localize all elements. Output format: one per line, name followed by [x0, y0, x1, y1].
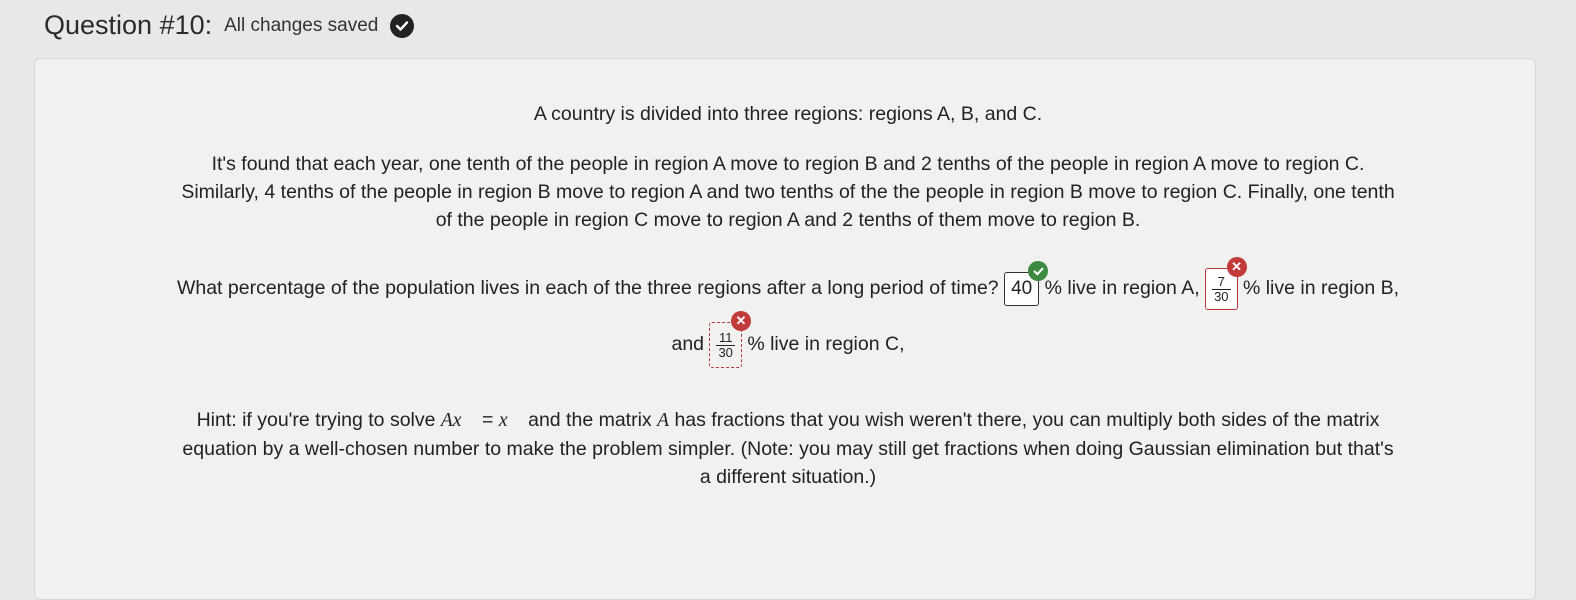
question-header: Question #10: All changes saved — [44, 10, 415, 41]
hint-line-3: a different situation.) — [699, 466, 877, 488]
saved-check-icon — [390, 13, 415, 38]
hint-equation-lhs: Ax⃗ — [440, 410, 477, 431]
hint-text: Hint: if you're trying to solve Ax⃗ = x⃗… — [58, 406, 1518, 491]
answer-a-label: % live in region A, — [1044, 277, 1200, 300]
answer-a-value: 40 — [1011, 278, 1033, 299]
hint-matrix-var: A — [657, 410, 670, 431]
question-title: Question #10: — [44, 10, 213, 40]
problem-details: It's found that each year, one tenth of … — [58, 150, 1518, 234]
answer-c-denominator: 30 — [716, 344, 735, 360]
answer-c-fraction: 11 30 — [716, 329, 735, 360]
answer-c-numerator: 11 — [718, 329, 733, 345]
answer-b-denominator: 30 — [1212, 288, 1231, 304]
question-text: What percentage of the population lives … — [176, 277, 999, 300]
hint-line-2: equation by a well-chosen number to make… — [182, 438, 1394, 460]
hint-prefix: Hint: if you're trying to solve — [196, 409, 436, 431]
incorrect-x-icon: ✕ — [730, 311, 751, 331]
answer-b-label: % live in region B, — [1242, 277, 1400, 300]
and-text: and — [671, 333, 705, 356]
problem-intro: A country is divided into three regions:… — [533, 103, 1043, 125]
answer-c-label: % live in region C, — [747, 333, 905, 356]
answer-c-input[interactable]: 11 30 ✕ — [709, 311, 751, 368]
details-line-3: of the people in region C move to region… — [435, 209, 1141, 231]
details-line-2: Similarly, 4 tenths of the people in reg… — [181, 181, 1395, 203]
hint-suffix: has fractions that you wish weren't ther… — [674, 409, 1380, 431]
answer-b-fraction: 7 30 — [1212, 273, 1231, 304]
hint-equation-rhs: x⃗ — [498, 410, 523, 431]
details-line-1: It's found that each year, one tenth of … — [211, 153, 1365, 175]
hint-equation-op: = — [482, 409, 494, 431]
incorrect-x-icon: ✕ — [1226, 257, 1247, 277]
answer-b-numerator: 7 — [1217, 273, 1225, 289]
problem-content: A country is divided into three regions:… — [58, 100, 1518, 491]
hint-middle: and the matrix — [528, 409, 652, 431]
question-prompt: What percentage of the population lives … — [58, 257, 1518, 368]
save-status-text: All changes saved — [224, 14, 379, 36]
answer-a-input[interactable]: 40 — [1004, 261, 1049, 306]
answer-b-input[interactable]: 7 30 ✕ — [1205, 257, 1247, 310]
